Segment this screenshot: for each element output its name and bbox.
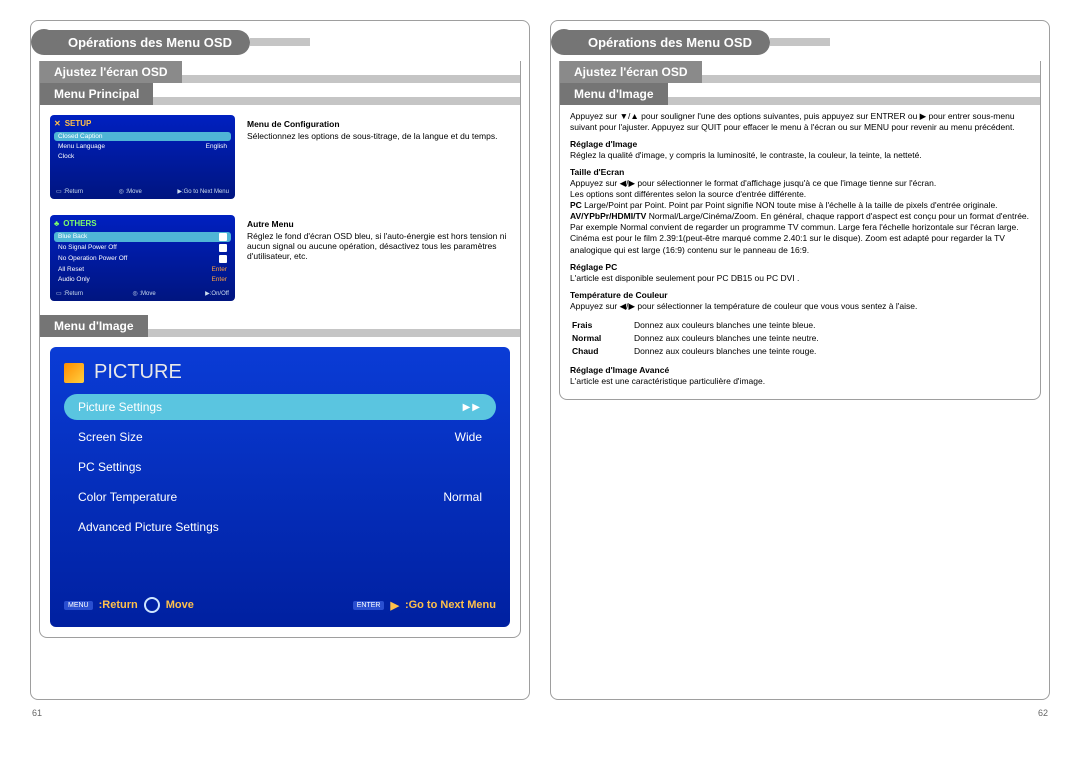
osd-row: Picture Settings▶▶ [64,394,496,420]
subhead: Ajustez l'écran OSD [560,61,702,83]
nav-icon: ◎ :Move [132,290,155,297]
page-number: 62 [1038,708,1048,718]
section-title: Menu d'Image [560,83,668,105]
osd-footer: ▭ :Return ◎ :Move ▶:Go to Next Menu [54,188,231,195]
config-para: Sélectionnez les options de sous-titrage… [247,131,497,141]
chapter-header: Opérations des Menu OSD [551,29,1041,55]
osd-row: Clock [54,152,231,161]
section-fill [148,329,520,337]
chapter-header: Opérations des Menu OSD [31,29,521,55]
section-fill [153,97,520,105]
h-temp-couleur: Température de Couleur [570,290,668,300]
osd-row: Closed Caption [54,132,231,141]
checkbox-icon [219,255,227,263]
inner-frame: Ajustez l'écran OSD Menu d'Image Appuyez… [559,61,1041,400]
inner-frame: Ajustez l'écran OSD Menu Principal ✕SETU… [39,61,521,638]
play-icon: ▶ [390,599,398,612]
temp-table: FraisDonnez aux couleurs blanches une te… [570,318,1030,359]
page-61: Opérations des Menu OSD Ajustez l'écran … [30,20,530,700]
h-reglage-image: Réglage d'Image [570,139,637,149]
osd-others-title: ♣OTHERS [54,219,231,228]
h-reglage-avance: Réglage d'Image Avancé [570,365,669,375]
enter-icon: ▶:On/Off [205,290,229,297]
osd-setup-box: ✕SETUP Closed Caption Menu LanguageEngli… [50,115,235,199]
page-62: Opérations des Menu OSD Ajustez l'écran … [550,20,1050,700]
page-frame: Opérations des Menu OSD Ajustez l'écran … [550,20,1050,700]
chapter-title: Opérations des Menu OSD [564,30,770,55]
osd-row: Screen SizeWide [64,424,496,450]
other-para: Réglez le fond d'écran OSD bleu, si l'au… [247,231,506,261]
h-taille-ecran: Taille d'Ecran [570,167,624,177]
subhead-row: Ajustez l'écran OSD [560,61,1040,83]
wrench-icon: ✕ [54,119,61,128]
header-bullet [31,29,57,55]
page-number: 61 [32,708,42,718]
osd-setup-title: ✕SETUP [54,119,231,128]
osd-row: Audio OnlyEnter [54,275,231,284]
subhead-fill [702,75,1040,83]
osd-footer: ▭ :Return ◎ :Move ▶:On/Off [54,290,231,297]
config-heading: Menu de Configuration [247,119,514,129]
osd-picture-title: PICTURE [64,361,496,384]
arrows-icon: ▶▶ [463,402,482,413]
checkbox-icon [219,244,227,252]
section-title: Menu Principal [40,83,153,105]
section-menu-principal: Menu Principal [40,83,520,105]
enter-button-icon: ENTER [353,601,385,610]
subhead-row: Ajustez l'écran OSD [40,61,520,83]
osd-row: Menu LanguageEnglish [54,142,231,151]
osd-row: Color TemperatureNormal [64,484,496,510]
setup-row: ✕SETUP Closed Caption Menu LanguageEngli… [40,105,520,209]
subhead-fill [182,75,520,83]
body-text: Appuyez sur ▼/▲ pour souligner l'une des… [560,105,1040,399]
page-frame: Opérations des Menu OSD Ajustez l'écran … [30,20,530,700]
osd-row: Advanced Picture Settings [64,514,496,540]
nav-icon: ◎ :Move [119,188,142,195]
menu-btn-icon: ▭ :Return [56,290,83,297]
subhead: Ajustez l'écran OSD [40,61,182,83]
section-menu-image: Menu d'Image [560,83,1040,105]
other-text: Autre Menu Réglez le fond d'écran OSD bl… [247,209,514,261]
nav-ring-icon [144,597,160,613]
osd-row: No Signal Power Off [54,243,231,253]
config-text: Menu de Configuration Sélectionnez les o… [247,109,514,141]
section-title: Menu d'Image [40,315,148,337]
osd-others-box: ♣OTHERS Blue Back No Signal Power Off No… [50,215,235,301]
osd-picture-box: PICTURE Picture Settings▶▶ Screen SizeWi… [50,347,510,627]
menu-btn-icon: ▭ :Return [56,188,83,195]
osd-row: PC Settings [64,454,496,480]
intro-para: Appuyez sur ▼/▲ pour souligner l'une des… [570,111,1030,133]
osd-row: No Operation Power Off [54,254,231,264]
osd-footer: MENU :Return Move ENTER ▶ :Go to Next Me… [64,597,496,613]
osd-row: Blue Back [54,232,231,242]
chapter-title: Opérations des Menu OSD [44,30,250,55]
checkbox-icon [219,233,227,241]
leaf-icon: ♣ [54,219,59,228]
other-heading: Autre Menu [247,219,514,229]
enter-icon: ▶:Go to Next Menu [177,188,229,195]
picture-icon [64,363,84,383]
menu-button-icon: MENU [64,601,93,610]
header-bullet [551,29,577,55]
osd-row: All ResetEnter [54,265,231,274]
h-reglage-pc: Réglage PC [570,262,617,272]
section-menu-image: Menu d'Image [40,315,520,337]
section-fill [668,97,1040,105]
others-row: ♣OTHERS Blue Back No Signal Power Off No… [40,209,520,315]
